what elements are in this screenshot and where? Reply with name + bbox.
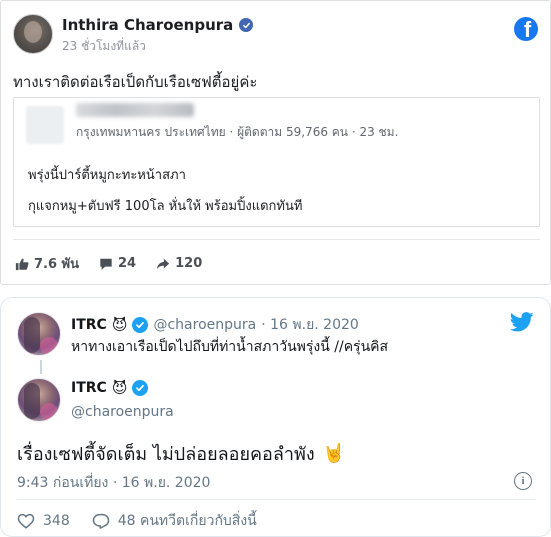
engagement-bar: 7.6 พัน 24 120	[15, 253, 222, 274]
tweet-text-body: เรื่องเซฟตี้จัดเต็ม ไม่ปล่อยลอยคอลำพัง	[17, 444, 315, 465]
share-icon	[156, 258, 170, 269]
tweet-actions: 348 48 คนทวีตเกี่ยวกับสิ่งนี้	[17, 510, 279, 532]
divider	[17, 499, 536, 500]
shared-post-line: พรุ่งนี้ปาร์ตี้หมูกะทะหน้าสภา	[28, 168, 186, 183]
facebook-post-card: Inthira Charoenpura 23 ชั่วโมงที่แล้ว f …	[0, 0, 551, 285]
devil-emoji: 😈	[111, 379, 128, 397]
quoted-author-avatar[interactable]	[17, 312, 61, 356]
share-count[interactable]: 120	[156, 256, 202, 271]
author-avatar[interactable]	[17, 378, 61, 422]
author-name[interactable]: ITRC	[71, 380, 107, 396]
like-count-label: 7.6 พัน	[34, 257, 80, 272]
quoted-author-handle[interactable]: @charoenpura	[153, 317, 256, 333]
author-name-row: ITRC 😈	[71, 379, 149, 397]
shared-post[interactable]: กรุงเทพมหานคร ประเทศไทย · ผู้ติดตาม 59,7…	[13, 97, 540, 227]
author-name-row: Inthira Charoenpura	[62, 16, 254, 34]
thread-connector	[40, 360, 42, 374]
divider	[13, 239, 540, 240]
comment-count-label: 24	[118, 256, 137, 271]
post-time[interactable]: 23 ชั่วโมงที่แล้ว	[62, 37, 146, 56]
author-name[interactable]: Inthira Charoenpura	[62, 16, 233, 34]
author-avatar[interactable]	[13, 14, 53, 54]
tweet-timestamp[interactable]: 9:43 ก่อนเที่ยง · 16 พ.ย. 2020	[17, 472, 210, 494]
shared-post-line: กุแจกหมู+ตับฟรี 100โล หั่นให้ พร้อมปิ้งแ…	[28, 199, 303, 214]
reply-icon	[92, 513, 109, 529]
shared-post-meta: กรุงเทพมหานคร ประเทศไทย · ผู้ติดตาม 59,7…	[76, 125, 399, 139]
reply-count-label: 48 คนทวีตเกี่ยวกับสิ่งนี้	[117, 513, 257, 529]
quoted-tweet-text: หาทางเอาเรือเป็ดไปถึบที่ท่าน้ำสภาวันพรุ่…	[71, 339, 389, 355]
comment-icon	[100, 258, 112, 270]
quoted-tweet-date[interactable]: · 16 พ.ย. 2020	[261, 314, 359, 336]
verified-badge-icon	[132, 317, 149, 333]
twitter-embed-card: ITRC 😈 @charoenpura · 16 พ.ย. 2020 หาทาง…	[0, 297, 551, 537]
shared-page-thumbnail	[26, 106, 64, 144]
shared-page-name-redacted	[76, 103, 194, 117]
post-text: ทางเราติดต่อเรือเป็ดกับเรือเซฟตี้อยู่ค่ะ	[13, 73, 258, 91]
like-icon	[15, 258, 29, 270]
rock-hand-emoji: 🤘	[322, 443, 346, 464]
reply-button[interactable]: 48 คนทวีตเกี่ยวกับสิ่งนี้	[92, 510, 257, 532]
share-count-label: 120	[175, 256, 203, 271]
like-count: 348	[43, 513, 70, 529]
author-handle[interactable]: @charoenpura	[71, 404, 174, 420]
verified-badge-icon	[239, 18, 254, 32]
heart-icon	[17, 513, 35, 529]
info-icon[interactable]: i	[514, 472, 532, 490]
verified-badge-icon	[132, 380, 149, 396]
comment-count[interactable]: 24	[99, 256, 136, 271]
devil-emoji: 😈	[111, 316, 128, 334]
quoted-tweet-header: ITRC 😈 @charoenpura · 16 พ.ย. 2020	[71, 314, 359, 336]
like-button[interactable]: 348	[17, 512, 70, 530]
twitter-logo-icon[interactable]	[510, 312, 534, 332]
tweet-text: เรื่องเซฟตี้จัดเต็ม ไม่ปล่อยลอยคอลำพัง 🤘	[17, 439, 345, 468]
like-count[interactable]: 7.6 พัน	[15, 253, 79, 274]
quoted-author-name[interactable]: ITRC	[71, 317, 107, 333]
facebook-logo-icon[interactable]: f	[514, 17, 538, 41]
